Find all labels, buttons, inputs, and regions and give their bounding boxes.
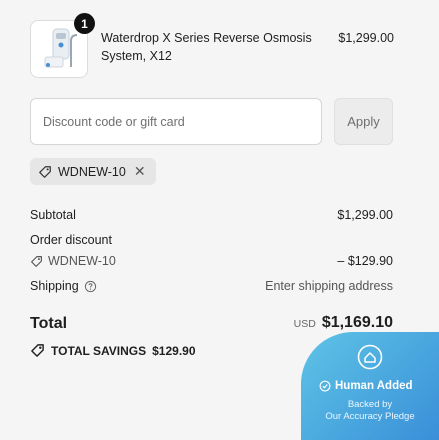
discount-tag-icon <box>31 344 44 357</box>
shipping-row: Shipping Enter shipping address <box>30 279 393 293</box>
product-name: Waterdrop X Series Reverse Osmosis Syste… <box>101 31 312 63</box>
discount-code-row: WDNEW-10 – $129.90 <box>30 254 393 268</box>
subtotal-label: Subtotal <box>30 208 76 222</box>
help-circle-icon[interactable] <box>84 280 97 293</box>
pledge-badge-icon <box>357 344 383 370</box>
accuracy-pledge-badge[interactable]: Human Added Backed by Our Accuracy Pledg… <box>301 332 439 440</box>
discount-code-name: WDNEW-10 <box>48 254 116 268</box>
applied-discount-chip: WDNEW-10 ✕ <box>30 158 156 185</box>
total-savings: TOTAL SAVINGS $129.90 <box>30 343 196 358</box>
order-discount-row: Order discount <box>30 233 393 247</box>
order-discount-label: Order discount <box>30 233 112 247</box>
check-circle-icon <box>319 380 331 392</box>
total-label: Total <box>30 315 68 332</box>
line-item: 1 Waterdrop X Series Reverse Osmosis Sys… <box>30 13 400 78</box>
savings-label: TOTAL SAVINGS <box>51 343 147 358</box>
pledge-line-1: Backed by <box>347 399 393 410</box>
product-price: $1,299.00 <box>338 31 394 45</box>
savings-value: $129.90 <box>152 343 196 358</box>
total-amount-group: USD $1,169.10 <box>294 314 393 332</box>
pledge-line-2: Our Accuracy Pledge <box>325 411 415 422</box>
subtotal-row: Subtotal $1,299.00 <box>30 208 393 222</box>
pledge-title: Human Added <box>335 380 413 392</box>
total-currency: USD <box>293 318 316 330</box>
quantity-badge: 1 <box>74 13 95 34</box>
discount-value: – $129.90 <box>337 254 393 268</box>
tag-icon <box>31 255 42 267</box>
pledge-title-row: Human Added <box>319 380 413 392</box>
shipping-label: Shipping <box>30 279 79 293</box>
discount-code-line: WDNEW-10 <box>30 254 116 268</box>
apply-discount-button[interactable]: Apply <box>334 98 393 145</box>
total-amount: $1,169.10 <box>321 314 393 331</box>
pledge-subtitle: Backed by Our Accuracy Pledge <box>301 399 439 423</box>
tag-icon <box>39 165 51 178</box>
applied-discount-code: WDNEW-10 <box>58 164 126 179</box>
remove-discount-icon[interactable]: ✕ <box>134 163 146 180</box>
subtotal-value: $1,299.00 <box>337 208 393 222</box>
product-thumbnail: 1 <box>30 13 95 78</box>
discount-code-input[interactable] <box>30 98 322 145</box>
shipping-value: Enter shipping address <box>265 279 393 293</box>
